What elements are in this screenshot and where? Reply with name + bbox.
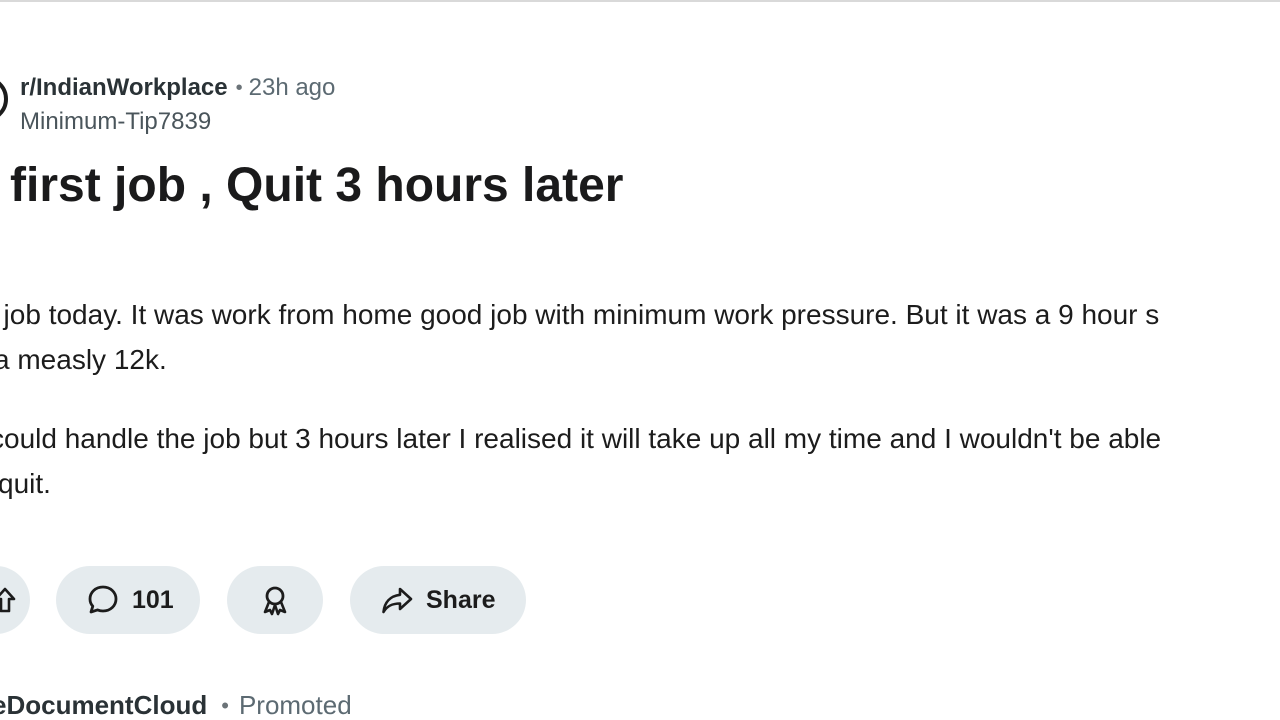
award-button[interactable] — [227, 566, 323, 634]
top-divider — [0, 0, 1280, 2]
post-author[interactable]: Minimum-Tip7839 — [20, 110, 335, 134]
upvote-arrow-icon[interactable] — [0, 585, 18, 615]
subreddit-avatar[interactable] — [0, 76, 8, 122]
comment-count: 101 — [132, 585, 174, 614]
comment-bubble-icon — [86, 583, 120, 617]
post-body-line: quit. — [0, 468, 51, 499]
post-body-line: a measly 12k. — [0, 344, 167, 375]
share-label: Share — [426, 585, 496, 614]
post-title-text: y first job , Quit 3 hours later — [0, 159, 624, 212]
promoted-label: Promoted — [238, 690, 352, 720]
post-timestamp: 23h ago — [248, 74, 336, 101]
post-body-paragraph-1: t job today. It was work from home good … — [0, 292, 1159, 382]
post-meta-row: r/IndianWorkplace • 23h ago — [20, 76, 335, 100]
post-meta: r/IndianWorkplace • 23h ago Minimum-Tip7… — [20, 76, 335, 134]
share-button[interactable]: Share — [350, 566, 526, 634]
promoted-post-header: eDocumentCloud • Promoted — [0, 690, 352, 720]
award-icon — [258, 583, 292, 617]
reddit-post-page: r/IndianWorkplace • 23h ago Minimum-Tip7… — [0, 0, 1280, 720]
promoted-separator: • — [221, 692, 229, 718]
post-action-bar: 101 Share — [0, 566, 1280, 634]
vote-button[interactable] — [0, 566, 30, 634]
post-body-line: t job today. It was work from home good … — [0, 299, 1160, 330]
comments-button[interactable]: 101 — [56, 566, 200, 634]
promoted-advertiser[interactable]: eDocumentCloud — [0, 690, 207, 720]
meta-separator: • — [235, 77, 243, 99]
subreddit-link[interactable]: r/IndianWorkplace — [20, 76, 228, 100]
post-body-paragraph-2: could handle the job but 3 hours later I… — [0, 416, 1161, 506]
share-arrow-icon — [380, 584, 414, 616]
post-title[interactable]: y first job , Quit 3 hours later — [0, 158, 623, 213]
post-body-line: could handle the job but 3 hours later I… — [0, 423, 1162, 454]
